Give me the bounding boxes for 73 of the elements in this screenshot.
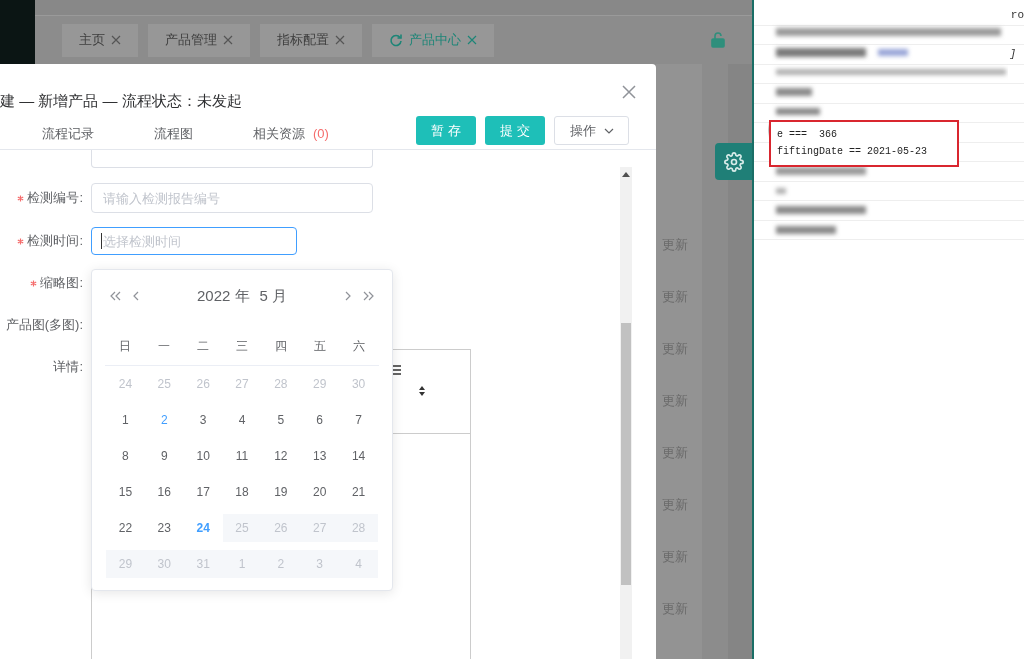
calendar-day[interactable]: 7: [339, 406, 378, 434]
dialog-tab[interactable]: 流程记录: [42, 123, 94, 144]
field-label: 产品图(多图):: [5, 316, 83, 334]
dialog-tab[interactable]: 流程图: [154, 123, 193, 144]
page-tab[interactable]: 指标配置: [260, 23, 362, 57]
calendar-day[interactable]: 2: [144, 406, 184, 434]
list-icon: [391, 365, 401, 375]
chevron-down-icon: [603, 127, 614, 134]
close-icon: [467, 35, 477, 45]
console-line: e === 366: [777, 129, 838, 141]
close-icon: [335, 35, 345, 45]
chevron-left-icon: [133, 291, 139, 301]
input-field[interactable]: 请输入检测报告编号: [91, 183, 373, 213]
calendar-day[interactable]: 20: [300, 478, 340, 506]
weekday-label: 五: [313, 337, 326, 355]
refresh-icon: [389, 33, 403, 47]
calendar-day[interactable]: 14: [339, 442, 378, 470]
calendar-day[interactable]: 9: [144, 442, 184, 470]
calendar-day[interactable]: 1: [106, 406, 145, 434]
double-right-icon: [363, 291, 374, 301]
action-button[interactable]: 提 交: [485, 116, 545, 145]
sort-icon: [419, 386, 425, 396]
chevron-right-icon: [345, 291, 351, 301]
field-label: 缩略图:: [40, 274, 83, 292]
calendar-day[interactable]: 11: [222, 442, 262, 470]
calendar-day[interactable]: 17: [183, 478, 223, 506]
field-label: 检测时间:: [27, 232, 83, 250]
calendar-day[interactable]: 8: [106, 442, 145, 470]
close-icon: [223, 35, 233, 45]
calendar-day[interactable]: 19: [261, 478, 301, 506]
field-label: 检测编号:: [27, 189, 83, 207]
dialog-title: 建 — 新增产品 — 流程状态：未发起: [0, 91, 242, 111]
year-label[interactable]: 2022 年: [196, 284, 250, 308]
field-label: 详情:: [53, 358, 83, 376]
calendar-day[interactable]: 6: [300, 406, 340, 434]
dropdown-button[interactable]: 操作: [554, 116, 629, 145]
close-icon[interactable]: [622, 85, 636, 99]
scrollbar-thumb[interactable]: [621, 323, 631, 585]
calendar-day[interactable]: 4: [222, 406, 262, 434]
page-tab[interactable]: 产品管理: [148, 23, 250, 57]
action-button[interactable]: 暂 存: [416, 116, 476, 145]
console-line: fiftingDate == 2021-05-23: [777, 146, 929, 158]
calendar-day[interactable]: 13: [300, 442, 340, 470]
calendar-day[interactable]: 10: [183, 442, 223, 470]
calendar-day[interactable]: 3: [183, 406, 223, 434]
weekday-label: 四: [274, 337, 287, 355]
close-icon: [111, 35, 121, 45]
console-text: ro: [1010, 8, 1024, 23]
settings-button[interactable]: [715, 143, 752, 180]
calendar-day[interactable]: 18: [222, 478, 262, 506]
text-cursor: [101, 233, 102, 249]
settings-icon: [723, 151, 744, 172]
month-label[interactable]: 5 月: [259, 284, 288, 308]
input-field[interactable]: [91, 150, 373, 168]
console-text: ]: [1009, 47, 1016, 62]
double-left-icon: [110, 291, 121, 301]
page-tab[interactable]: 主页: [62, 23, 138, 57]
date-field[interactable]: 选择检测时间: [91, 227, 297, 255]
calendar-day[interactable]: 22: [106, 514, 145, 542]
calendar-day[interactable]: 5: [261, 406, 301, 434]
calendar-day[interactable]: 23: [144, 514, 184, 542]
weekday-label: 二: [197, 337, 210, 355]
scroll-up-icon[interactable]: [622, 172, 630, 177]
dialog-tab[interactable]: 相关资源 (0): [253, 123, 329, 144]
weekday-label: 日: [119, 337, 132, 355]
weekday-label: 六: [352, 337, 365, 355]
calendar-day[interactable]: 24: [183, 514, 223, 542]
calendar-day[interactable]: 16: [144, 478, 184, 506]
calendar-day[interactable]: 21: [339, 478, 378, 506]
calendar-day[interactable]: 15: [106, 478, 145, 506]
weekday-label: 一: [158, 337, 171, 355]
weekday-label: 三: [236, 337, 248, 355]
calendar-day[interactable]: 12: [261, 442, 301, 470]
